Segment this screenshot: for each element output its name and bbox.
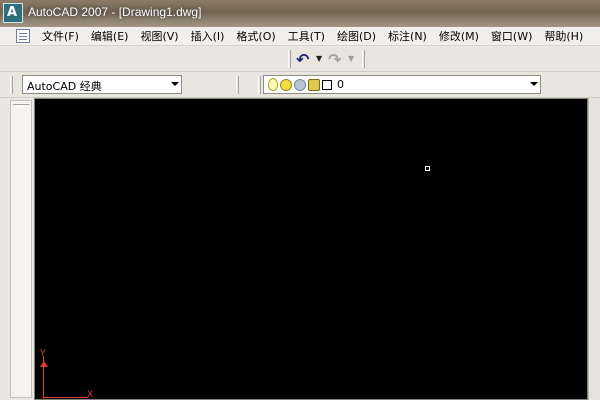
- menu-bar: 文件(F) 编辑(E) 视图(V) 插入(I) 格式(O) 工具(T) 绘图(D…: [0, 27, 600, 46]
- window-title: AutoCAD 2007 - [Drawing1.dwg]: [28, 5, 202, 19]
- chevron-down-icon[interactable]: [171, 82, 179, 86]
- layer-name: 0: [337, 78, 344, 91]
- toolbar-grip[interactable]: [10, 76, 13, 94]
- menu-format[interactable]: 格式(O): [230, 29, 281, 44]
- menu-items: 文件(F) 编辑(E) 视图(V) 插入(I) 格式(O) 工具(T) 绘图(D…: [36, 29, 589, 44]
- menu-insert[interactable]: 插入(I): [185, 29, 231, 44]
- layer-state-icons: 0: [268, 78, 344, 91]
- toolbar-grip[interactable]: [13, 104, 29, 107]
- menu-window[interactable]: 窗口(W): [485, 29, 538, 44]
- color-swatch-icon[interactable]: [322, 79, 332, 90]
- ucs-x-axis: [43, 397, 88, 398]
- crosshair-pickbox: [425, 166, 430, 171]
- standard-toolbar: ↶ ▼ ↷ ▼: [0, 47, 600, 72]
- left-dock: [0, 98, 34, 400]
- toolbar-grip[interactable]: [258, 76, 261, 94]
- lock-icon[interactable]: [308, 78, 320, 91]
- redo-icon[interactable]: ↷: [328, 51, 346, 69]
- redo-dropdown-icon[interactable]: ▼: [348, 51, 356, 67]
- undo-icon[interactable]: ↶: [296, 51, 314, 69]
- ucs-x-label: X: [87, 390, 94, 400]
- undo-dropdown-icon[interactable]: ▼: [316, 51, 324, 67]
- workspace-layer-toolbar: AutoCAD 经典 0: [0, 72, 600, 98]
- toolbar-grip[interactable]: [288, 50, 291, 68]
- menu-file[interactable]: 文件(F): [36, 29, 85, 44]
- layer-select[interactable]: 0: [263, 75, 541, 94]
- bulb-icon[interactable]: [268, 78, 278, 91]
- toolbar-grip[interactable]: [362, 50, 365, 68]
- ucs-y-arrow-icon: [40, 361, 48, 367]
- menu-edit[interactable]: 编辑(E): [85, 29, 135, 44]
- menu-modify[interactable]: 修改(M): [433, 29, 485, 44]
- docked-toolbar[interactable]: [10, 100, 32, 398]
- menu-dimension[interactable]: 标注(N): [382, 29, 433, 44]
- menu-view[interactable]: 视图(V): [134, 29, 184, 44]
- menu-help[interactable]: 帮助(H): [538, 29, 589, 44]
- document-icon[interactable]: [16, 29, 30, 43]
- drawing-canvas[interactable]: Y X: [34, 98, 588, 400]
- cloud-icon[interactable]: [294, 78, 306, 91]
- app-icon-glyph: A: [7, 5, 18, 20]
- workspace-value: AutoCAD 经典: [27, 80, 102, 93]
- autocad-app-icon[interactable]: A: [3, 3, 23, 23]
- menu-draw[interactable]: 绘图(D): [331, 29, 382, 44]
- ucs-y-axis: [43, 356, 44, 400]
- title-bar: A AutoCAD 2007 - [Drawing1.dwg]: [0, 0, 600, 27]
- workspace-select[interactable]: AutoCAD 经典: [22, 75, 182, 94]
- vertical-scrollbar[interactable]: [588, 98, 600, 400]
- sun-icon[interactable]: [280, 78, 292, 91]
- menu-tools[interactable]: 工具(T): [282, 29, 331, 44]
- toolbar-grip[interactable]: [236, 76, 239, 94]
- chevron-down-icon[interactable]: [530, 82, 538, 86]
